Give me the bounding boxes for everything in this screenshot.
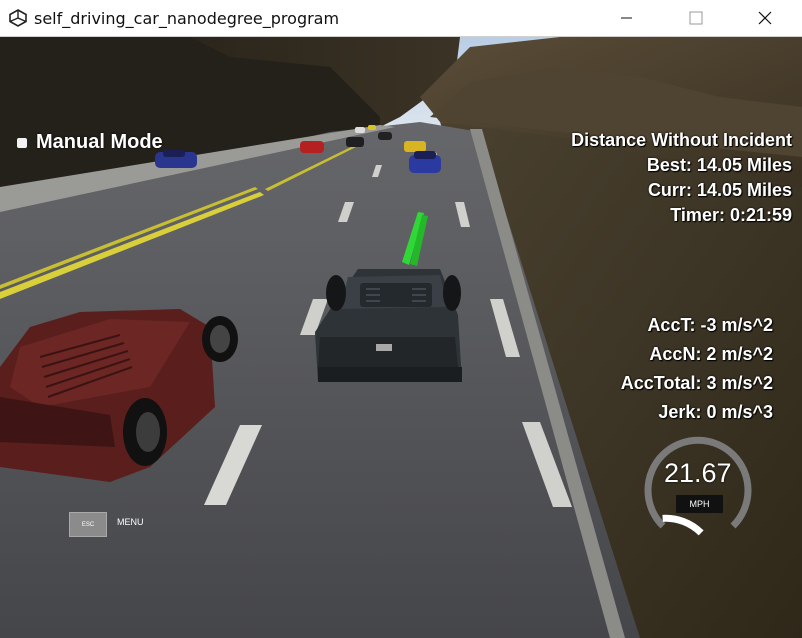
manual-mode-checkbox[interactable] [17,137,27,148]
acc-tangential: AccT: -3 m/s^2 [647,315,773,335]
window-title: self_driving_car_nanodegree_program [34,9,340,28]
current-distance: Curr: 14.05 Miles [647,180,792,200]
manual-mode-toggle[interactable]: Manual Mode [17,131,163,154]
gauge-fill [662,514,704,536]
manual-mode-label: Manual Mode [36,131,163,153]
maximize-icon [689,11,703,25]
ego-car [315,269,462,382]
acc-normal: AccN: 2 m/s^2 [649,344,773,364]
distance-heading: Distance Without Incident [571,130,792,150]
speed-value: 21.67 [664,458,732,488]
maximize-button[interactable] [673,0,719,36]
close-button[interactable] [742,0,788,36]
close-icon [758,11,772,25]
esc-button[interactable]: ESC [69,512,107,537]
minimize-button[interactable] [604,0,650,36]
speed-unit: MPH [676,495,723,513]
acceleration-stats: AccT: -3 m/s^2 AccN: 2 m/s^2 AccTotal: 3… [621,311,773,427]
timer: Timer: 0:21:59 [670,205,792,225]
acc-total: AccTotal: 3 m/s^2 [620,373,773,393]
distance-stats: Distance Without Incident Best: 14.05 Mi… [571,128,792,228]
minimize-icon [621,17,632,19]
game-viewport[interactable]: Manual Mode Distance Without Incident Be… [0,37,802,638]
unity-app-icon [9,9,27,27]
title-bar[interactable]: self_driving_car_nanodegree_program [0,0,802,37]
best-distance: Best: 14.05 Miles [646,155,792,175]
simulator-window: self_driving_car_nanodegree_program Manu… [0,0,802,638]
menu-label: MENU [117,517,144,527]
